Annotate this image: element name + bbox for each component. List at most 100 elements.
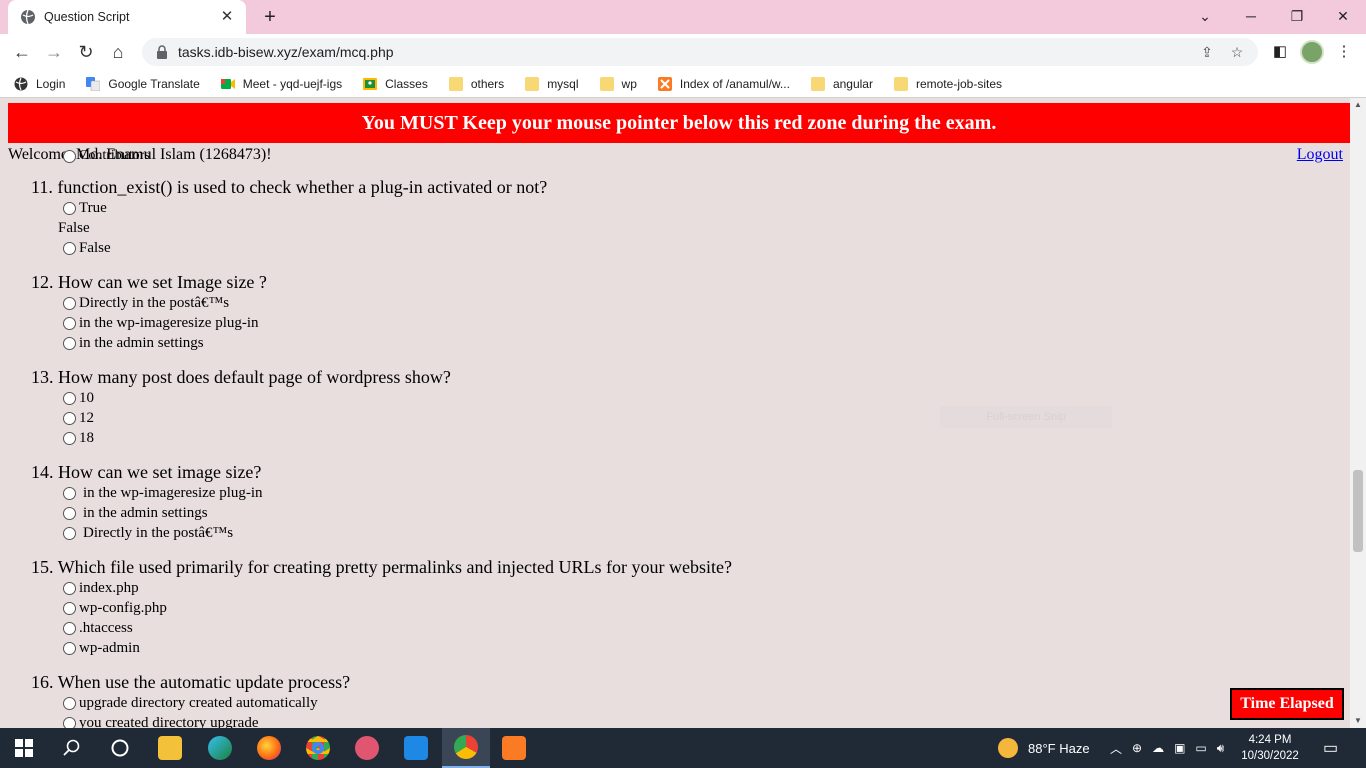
start-button[interactable] [0, 728, 48, 768]
answer-label: in the admin settings [83, 504, 208, 521]
scroll-down-arrow-icon[interactable]: ▼ [1350, 714, 1366, 728]
address-bar[interactable]: tasks.idb-bisew.xyz/exam/mcq.php ⇪ ☆ [142, 38, 1258, 66]
bookmark-classes[interactable]: Classes [363, 77, 428, 91]
answer-option[interactable]: upgrade directory created automatically [31, 693, 732, 713]
answer-radio[interactable] [63, 506, 76, 520]
bookmark-folder-wp[interactable]: wp [599, 76, 637, 91]
answer-radio[interactable] [63, 316, 76, 330]
network-icon[interactable]: ▭ [1195, 741, 1206, 755]
close-tab-icon[interactable]: ✕ [218, 8, 236, 26]
minimize-button[interactable]: ─ [1237, 5, 1265, 27]
taskbar-firefox[interactable] [245, 728, 293, 768]
answer-option[interactable]: in the admin settings [31, 333, 732, 353]
answer-radio[interactable] [63, 411, 76, 425]
answer-option[interactable]: wp-config.php [31, 598, 732, 618]
taskbar-chrome[interactable] [294, 728, 342, 768]
bookmark-folder-others[interactable]: others [448, 76, 504, 91]
search-button[interactable] [48, 728, 96, 768]
contributors-overlay: Contributors [63, 148, 150, 164]
page-scrollbar[interactable]: ▲ ▼ [1350, 98, 1366, 728]
answer-radio[interactable] [63, 696, 76, 710]
answer-radio[interactable] [63, 526, 76, 540]
onedrive-cloud-icon[interactable]: ☁ [1152, 741, 1164, 755]
answer-option[interactable]: True [31, 198, 732, 218]
answer-radio[interactable] [63, 716, 76, 728]
bookmark-index-anamul[interactable]: Index of /anamul/w... [657, 76, 790, 91]
answer-label: wp-config.php [79, 599, 167, 616]
taskbar-edge[interactable] [196, 728, 244, 768]
answer-option[interactable]: False [31, 238, 732, 258]
notification-center-icon[interactable]: ▭ [1323, 728, 1338, 768]
answer-radio[interactable] [63, 641, 76, 655]
answer-option[interactable]: 12 [31, 408, 732, 428]
volume-icon[interactable]: 🔊︎ [1217, 741, 1225, 756]
bookmark-login[interactable]: Login [14, 77, 65, 91]
reload-button[interactable]: ↻ [75, 41, 97, 63]
scrollbar-thumb[interactable] [1353, 470, 1363, 552]
forward-button[interactable]: → [43, 41, 65, 63]
bookmark-google-translate[interactable]: Google Translate [86, 76, 200, 91]
new-tab-button[interactable]: + [259, 6, 281, 28]
bookmark-label: Login [36, 76, 66, 91]
answer-option[interactable]: in the wp-imageresize plug-in [31, 483, 732, 503]
bookmark-folder-remote-job-sites[interactable]: remote-job-sites [893, 76, 1002, 91]
answer-option[interactable]: wp-admin [31, 638, 732, 658]
home-button[interactable]: ⌂ [107, 41, 129, 63]
logout-link[interactable]: Logout [1297, 146, 1343, 164]
answer-radio[interactable] [63, 431, 76, 445]
answer-option[interactable]: index.php [31, 578, 732, 598]
lock-icon [157, 45, 167, 59]
bookmark-star-icon[interactable]: ☆ [1228, 43, 1246, 61]
question-number: 12. [31, 272, 54, 292]
taskbar-file-explorer[interactable] [146, 728, 194, 768]
answer-option[interactable]: in the wp-imageresize plug-in [31, 313, 732, 333]
answer-option[interactable]: Directly in the postâ€™s [31, 293, 732, 313]
answer-option[interactable]: .htaccess [31, 618, 732, 638]
answer-radio[interactable] [63, 581, 76, 595]
answer-radio[interactable] [63, 621, 76, 635]
taskbar-snipping-tool[interactable] [343, 728, 391, 768]
contributors-radio[interactable] [63, 149, 76, 163]
scroll-up-arrow-icon[interactable]: ▲ [1350, 98, 1366, 112]
time-elapsed-button[interactable]: Time Elapsed [1230, 688, 1344, 720]
answer-radio[interactable] [63, 201, 76, 215]
answer-label: wp-admin [79, 639, 140, 656]
tab-search-chevron-down-icon[interactable]: ⌄ [1191, 5, 1219, 27]
answer-radio[interactable] [63, 336, 76, 350]
question-title: 14. How can we set image size? [31, 461, 732, 483]
screen-capture-icon[interactable]: ▣ [1174, 741, 1185, 755]
bookmark-meet[interactable]: Meet - yqd-uejf-igs [220, 77, 342, 91]
vscode-icon [404, 736, 428, 760]
tab-question-script[interactable]: Question Script ✕ [8, 0, 246, 34]
browser-toolbar: ← → ↻ ⌂ tasks.idb-bisew.xyz/exam/mcq.php… [0, 34, 1366, 70]
taskbar-chrome-active[interactable] [442, 728, 490, 768]
answer-option[interactable]: 10 [31, 388, 732, 408]
answer-radio[interactable] [63, 486, 76, 500]
answer-radio[interactable] [63, 296, 76, 310]
taskbar-clock[interactable]: 4:24 PM 10/30/2022 [1240, 732, 1300, 764]
answer-radio[interactable] [63, 241, 76, 255]
weather-widget[interactable]: 88°F Haze [998, 728, 1090, 768]
taskbar-xampp[interactable] [490, 728, 538, 768]
answer-label: in the admin settings [79, 334, 204, 351]
answer-radio[interactable] [63, 391, 76, 405]
bookmark-folder-angular[interactable]: angular [810, 76, 873, 91]
folder-icon [810, 76, 825, 91]
answer-option[interactable]: Directly in the postâ€™s [31, 523, 732, 543]
menu-kebab-icon[interactable]: ⋮ [1334, 42, 1354, 62]
meet-now-icon[interactable]: ⊕ [1132, 741, 1142, 755]
answer-radio[interactable] [63, 601, 76, 615]
back-button[interactable]: ← [11, 41, 33, 63]
answer-option[interactable]: 18 [31, 428, 732, 448]
share-icon[interactable]: ⇪ [1198, 43, 1216, 61]
cortana-button[interactable] [96, 728, 144, 768]
side-panel-icon[interactable]: ◧ [1270, 42, 1290, 62]
close-window-button[interactable]: ✕ [1329, 5, 1357, 27]
taskbar-vscode[interactable] [392, 728, 440, 768]
answer-option[interactable]: you created directory upgrade [31, 713, 732, 728]
bookmark-folder-mysql[interactable]: mysql [525, 76, 579, 91]
restore-button[interactable]: ❐ [1283, 5, 1311, 27]
answer-option[interactable]: in the admin settings [31, 503, 732, 523]
profile-avatar[interactable] [1300, 40, 1324, 64]
show-hidden-icons-chevron-up-icon[interactable]: ︿ [1110, 740, 1122, 757]
